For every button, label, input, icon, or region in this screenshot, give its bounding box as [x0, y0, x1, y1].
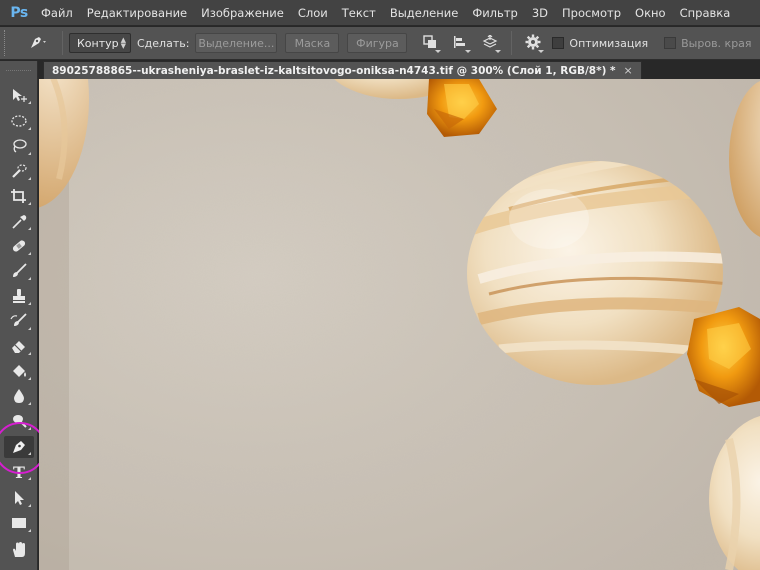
path-alignment-button[interactable] [449, 32, 472, 54]
lasso-tool[interactable] [4, 136, 34, 158]
menu-edit[interactable]: Редактирование [80, 0, 194, 26]
make-mask-button[interactable]: Маска [285, 33, 340, 53]
hand-tool[interactable] [4, 540, 34, 562]
separator [62, 31, 63, 55]
lasso-icon [10, 138, 28, 157]
menu-file[interactable]: Файл [34, 0, 80, 26]
menu-layers[interactable]: Слои [291, 0, 335, 26]
document-tab[interactable]: 89025788865--ukrasheniya-braslet-iz-kalt… [43, 61, 642, 79]
bandage-icon [10, 238, 28, 257]
make-shape-button[interactable]: Фигура [347, 33, 408, 53]
eyedropper-tool[interactable] [4, 211, 34, 233]
align-edges-checkbox[interactable] [664, 37, 677, 49]
brush-icon [10, 262, 28, 282]
hand-icon [10, 541, 28, 562]
separator [511, 31, 513, 55]
close-icon[interactable]: × [624, 64, 633, 77]
optimize-label: Оптимизация [569, 36, 649, 50]
quick-selection-icon [10, 163, 28, 182]
settings-button[interactable] [522, 32, 545, 54]
eraser-tool[interactable] [4, 336, 34, 358]
path-operations-button[interactable] [419, 32, 442, 54]
menu-view[interactable]: Просмотр [555, 0, 628, 26]
clone-stamp-tool[interactable] [4, 286, 34, 308]
history-brush-tool[interactable] [4, 311, 34, 333]
tools-panel-grip[interactable] [6, 65, 31, 71]
tool-preset-picker[interactable] [20, 30, 56, 56]
move-tool[interactable] [4, 85, 34, 107]
ellipse-marquee-icon [10, 114, 28, 131]
blur-tool[interactable] [4, 386, 34, 408]
arrow-icon [10, 490, 28, 509]
make-selection-button[interactable]: Выделение... [195, 33, 278, 53]
make-label: Сделать: [137, 36, 190, 50]
crop-icon [10, 188, 28, 207]
document-tab-strip: 89025788865--ukrasheniya-braslet-iz-kalt… [39, 61, 760, 79]
document-canvas[interactable] [39, 79, 760, 570]
canvas-image [39, 79, 760, 570]
menu-image[interactable]: Изображение [194, 0, 291, 26]
marquee-tool[interactable] [4, 111, 34, 133]
menu-type[interactable]: Текст [335, 0, 383, 26]
path-alignment-icon [453, 35, 467, 52]
menu-window[interactable]: Окно [628, 0, 673, 26]
menu-help[interactable]: Справка [673, 0, 738, 26]
healing-brush-tool[interactable] [4, 236, 34, 258]
bucket-icon [10, 363, 28, 382]
path-selection-tool[interactable] [4, 488, 34, 510]
menu-filter[interactable]: Фильтр [465, 0, 525, 26]
move-icon [10, 87, 28, 106]
pen-icon [27, 33, 49, 54]
mode-select[interactable]: Контур ▲ ▼ [69, 33, 131, 53]
tools-panel: T [0, 61, 38, 570]
drop-icon [10, 388, 28, 407]
document-title: 89025788865--ukrasheniya-braslet-iz-kalt… [52, 64, 616, 77]
path-operations-icon [423, 34, 437, 52]
menu-bar: Ps Файл Редактирование Изображение Слои … [0, 0, 760, 26]
select-arrows-icon: ▲ ▼ [120, 36, 126, 50]
options-bar: Контур ▲ ▼ Сделать: Выделение... Маска Фи… [0, 27, 760, 60]
menu-select[interactable]: Выделение [383, 0, 466, 26]
brush-tool[interactable] [4, 261, 34, 283]
history-brush-icon [10, 312, 28, 332]
photoshop-logo: Ps [10, 4, 28, 21]
optimize-checkbox[interactable] [552, 37, 565, 49]
menu-3d[interactable]: 3D [525, 0, 555, 26]
paint-bucket-tool[interactable] [4, 361, 34, 383]
eyedropper-icon [10, 213, 28, 232]
rectangle-icon [10, 515, 28, 534]
mode-select-value: Контур [77, 36, 119, 50]
options-bar-grip[interactable] [4, 30, 10, 56]
eraser-icon [10, 338, 28, 357]
quick-selection-tool[interactable] [4, 161, 34, 183]
path-arrangement-button[interactable] [479, 32, 502, 54]
crop-tool[interactable] [4, 186, 34, 208]
rectangle-tool[interactable] [4, 513, 34, 535]
path-arrangement-icon [482, 33, 498, 52]
stamp-icon [10, 288, 28, 307]
align-edges-label: Выров. края [681, 36, 752, 50]
